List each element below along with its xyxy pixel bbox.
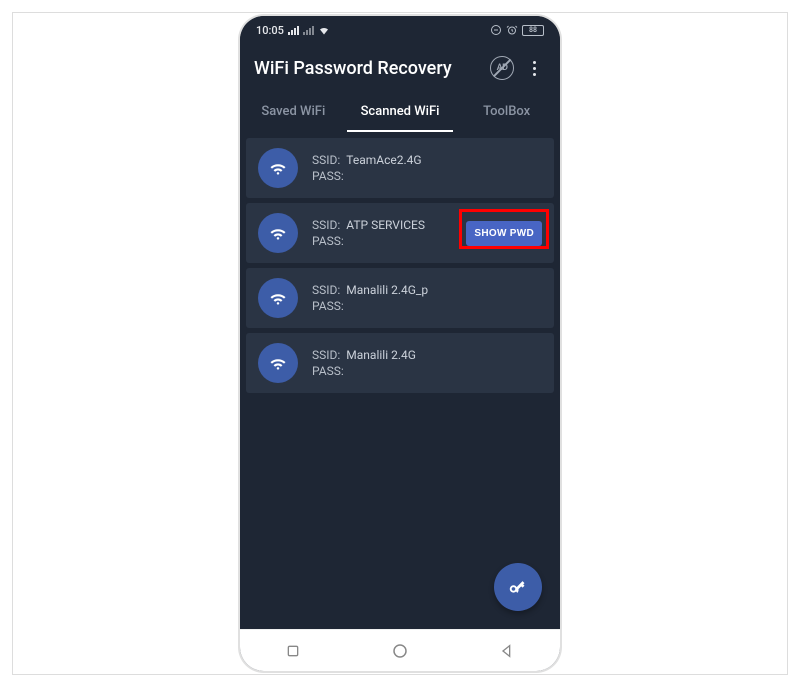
tab-saved-wifi[interactable]: Saved WiFi [240,92,347,132]
ssid-value: TeamAce2.4G [346,153,421,167]
ssid-label: SSID: [312,153,340,167]
wifi-icon [258,278,298,318]
pass-label: PASS: [312,234,344,248]
ssid-label: SSID: [312,283,340,297]
wifi-item[interactable]: SSID: Manalili 2.4G_p PASS: [246,268,554,328]
tab-scanned-wifi[interactable]: Scanned WiFi [347,92,454,132]
pass-label: PASS: [312,364,344,378]
wifi-item[interactable]: SSID: TeamAce2.4G PASS: [246,138,554,198]
wifi-list: SSID: TeamAce2.4G PASS: SSID: ATP SERVICES… [240,132,560,629]
ssid-value: Manalili 2.4G_p [346,283,428,297]
app-bar: WiFi Password Recovery AD [240,44,560,92]
wifi-icon [258,148,298,188]
signal-icon-2 [303,25,314,35]
ssid-value: Manalili 2.4G [346,348,416,362]
tab-bar: Saved WiFi Scanned WiFi ToolBox [240,92,560,132]
nav-recent-button[interactable] [263,643,323,659]
wifi-item[interactable]: SSID: ATP SERVICES PASS: SHOW PWD [246,203,554,263]
tab-toolbox[interactable]: ToolBox [453,92,560,132]
key-icon [507,576,529,598]
pass-label: PASS: [312,169,344,183]
dnd-icon [490,24,502,36]
pass-label: PASS: [312,299,344,313]
no-ads-icon[interactable]: AD [490,56,514,80]
page-title: WiFi Password Recovery [254,58,482,79]
battery-icon: 88 [522,25,544,36]
ssid-label: SSID: [312,218,340,232]
phone-frame: 10:05 88 WiFi Password Recovery AD Saved… [240,16,560,671]
key-fab-button[interactable] [494,563,542,611]
wifi-icon [258,343,298,383]
ssid-label: SSID: [312,348,340,362]
wifi-status-icon [318,24,330,36]
alarm-icon [506,24,518,36]
android-nav-bar [240,629,560,671]
ssid-value: ATP SERVICES [346,218,425,232]
show-password-button[interactable]: SHOW PWD [466,221,542,246]
nav-home-button[interactable] [370,642,430,660]
nav-back-button[interactable] [477,643,537,659]
status-bar: 10:05 88 [240,16,560,44]
clock: 10:05 [256,24,284,37]
overflow-menu-icon[interactable] [522,56,546,80]
signal-icon [288,25,299,35]
wifi-item[interactable]: SSID: Manalili 2.4G PASS: [246,333,554,393]
wifi-icon [258,213,298,253]
